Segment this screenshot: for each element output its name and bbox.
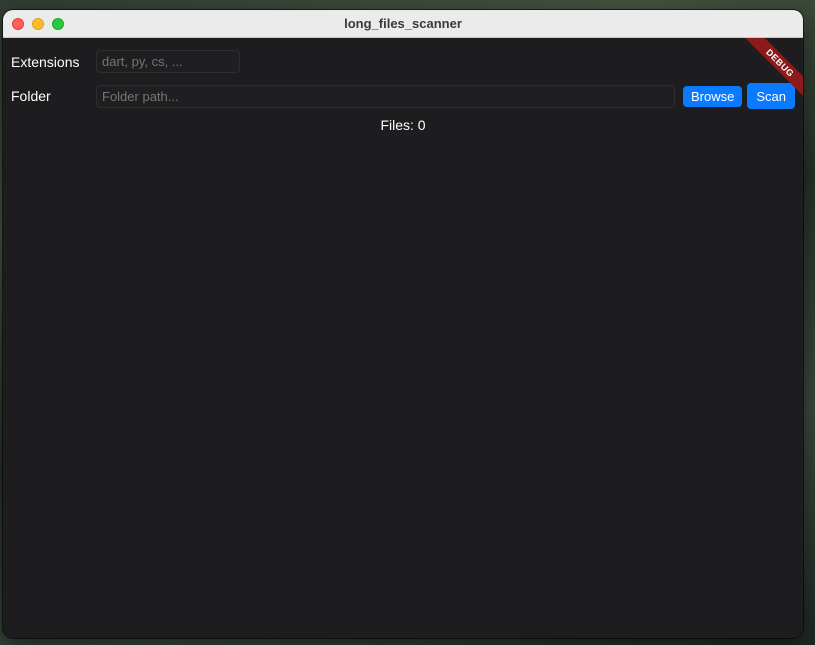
folder-label: Folder [11,88,51,104]
extensions-input[interactable] [96,50,240,73]
folder-row: Folder Browse Scan [11,83,795,109]
maximize-window-button[interactable] [52,18,64,30]
title-bar: long_files_scanner [3,10,803,38]
debug-banner-label: DEBUG [743,38,803,100]
window-title: long_files_scanner [344,16,462,31]
minimize-window-button[interactable] [32,18,44,30]
extensions-label: Extensions [11,53,80,70]
app-window: long_files_scanner Extensions Folder Bro… [3,10,803,638]
debug-banner: DEBUG [733,38,803,108]
main-content: Extensions Folder Browse Scan Files: 0 D… [3,38,803,638]
files-count: Files: 0 [380,117,426,133]
extensions-row: Extensions [11,50,240,73]
close-window-button[interactable] [12,18,24,30]
folder-path-input[interactable] [96,84,675,108]
window-controls [12,18,64,30]
